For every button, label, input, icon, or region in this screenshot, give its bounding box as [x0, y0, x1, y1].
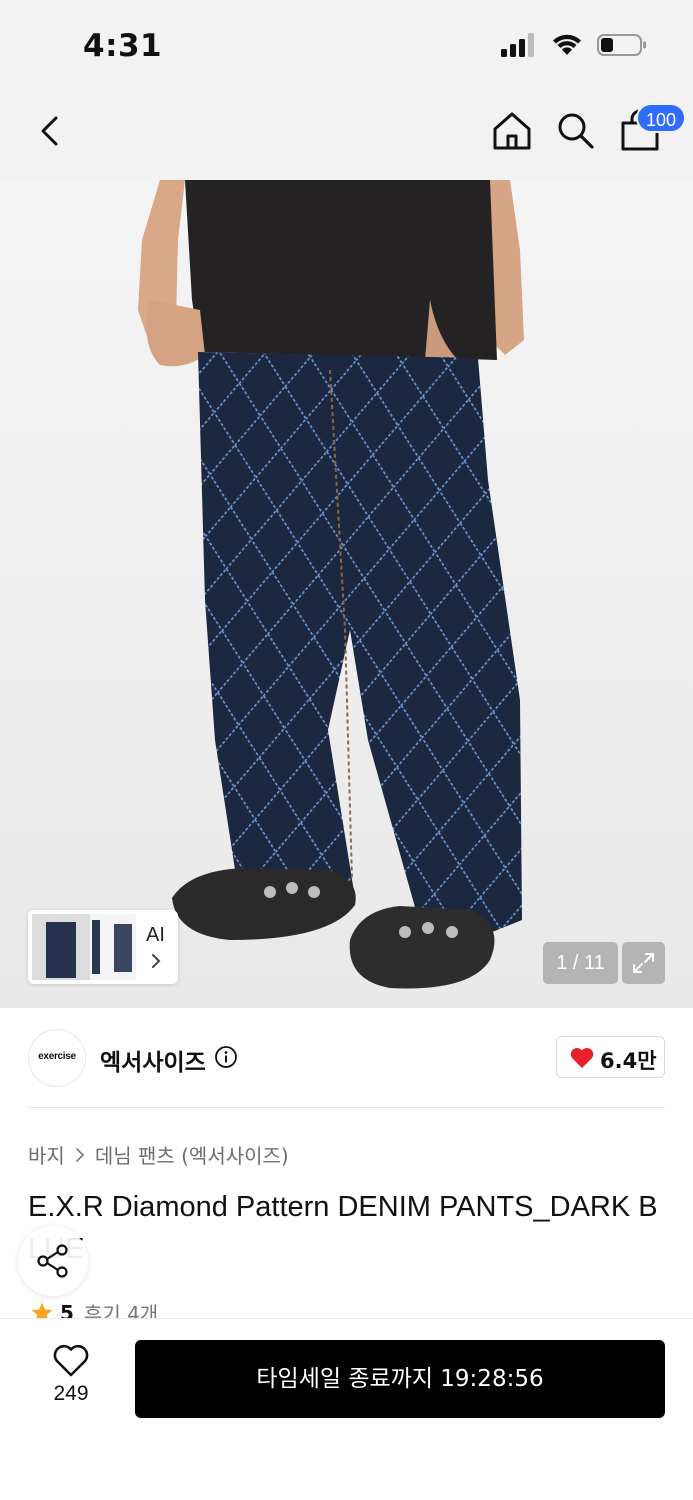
brand-like-count: 6.4만: [600, 1049, 657, 1073]
chevron-right-icon: [152, 954, 161, 968]
status-bar: 4:31: [0, 0, 693, 90]
heart-outline-icon: [53, 1344, 89, 1377]
thumbnail-image: [32, 914, 136, 980]
status-icons: [501, 33, 647, 57]
nav-bar: [0, 90, 693, 180]
expand-icon: [633, 953, 654, 973]
info-icon[interactable]: [214, 1045, 238, 1069]
buy-button[interactable]: 타임세일 종료까지 19:28:56: [135, 1340, 665, 1418]
search-icon[interactable]: [554, 109, 598, 153]
wifi-icon: [553, 34, 581, 55]
image-counter: 1 / 11: [543, 942, 618, 984]
product-title: E.X.R Diamond Pattern DENIM PANTS_DARK B…: [28, 1191, 658, 1265]
status-time: 4:31: [83, 28, 163, 64]
wishlist-count: 249: [53, 1382, 89, 1405]
chevron-right-icon: [76, 1147, 84, 1162]
home-icon[interactable]: [490, 109, 534, 153]
brand-like-button[interactable]: 6.4만: [556, 1036, 665, 1078]
product-image[interactable]: [0, 180, 693, 1008]
ai-label: AI: [146, 924, 165, 946]
product-photo: [138, 180, 524, 989]
brand-logo[interactable]: exercise: [28, 1029, 86, 1087]
brand-name[interactable]: 엑서사이즈: [100, 1043, 206, 1077]
heart-filled-icon: [570, 1048, 594, 1068]
brand-logo-text: exercise: [38, 1051, 76, 1062]
breadcrumb-subcategory[interactable]: 데님 팬츠 (엑서사이즈): [95, 1140, 289, 1169]
share-icon: [37, 1244, 68, 1278]
back-arrow-icon[interactable]: [30, 110, 74, 154]
share-button[interactable]: [18, 1226, 88, 1296]
signal-icon: [501, 33, 534, 57]
breadcrumb-category[interactable]: 바지: [28, 1140, 65, 1169]
battery-icon: [597, 34, 646, 56]
wishlist-button[interactable]: 249: [30, 1344, 112, 1414]
ai-similar-thumbnail[interactable]: AI: [28, 910, 178, 984]
breadcrumb: 바지 데님 팬츠 (엑서사이즈): [28, 1140, 289, 1169]
expand-button[interactable]: [622, 942, 665, 984]
divider: [28, 1107, 665, 1108]
cart-count-badge: 100: [636, 103, 687, 133]
